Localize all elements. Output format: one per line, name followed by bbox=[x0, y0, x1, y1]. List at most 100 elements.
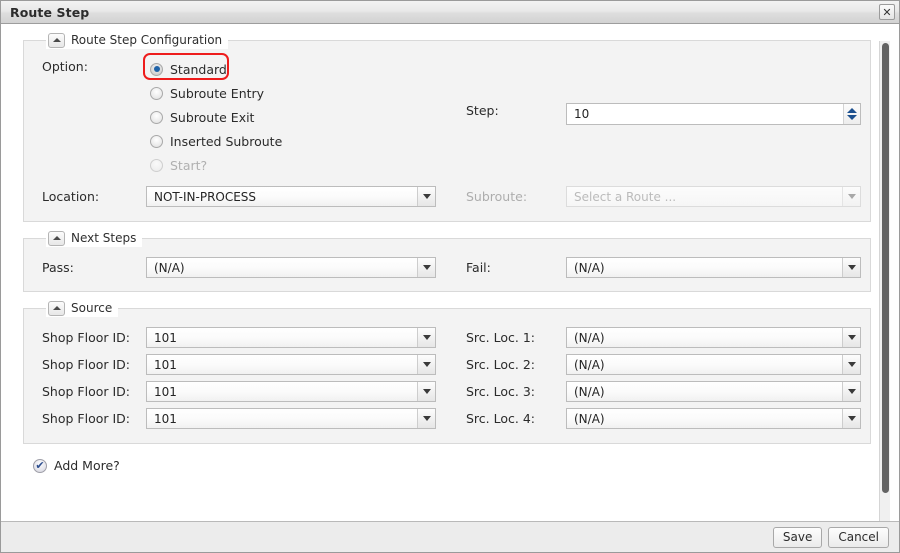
scroll-content: Route Step Configuration Option: Standar… bbox=[11, 31, 891, 521]
chevron-down-icon[interactable] bbox=[417, 382, 435, 401]
chevron-down-icon bbox=[842, 187, 860, 206]
src-loc-value: (N/A) bbox=[574, 384, 605, 399]
group-legend-source: Source bbox=[46, 299, 119, 317]
radio-label-subroute-exit: Subroute Exit bbox=[170, 109, 255, 125]
shop-floor-id-label: Shop Floor ID: bbox=[42, 357, 131, 372]
chevron-down-icon[interactable] bbox=[417, 409, 435, 428]
subroute-select: Select a Route ... bbox=[566, 186, 861, 207]
radio-indicator-start bbox=[150, 158, 163, 172]
close-icon[interactable]: ✕ bbox=[879, 4, 895, 20]
step-stepper[interactable]: 10 bbox=[566, 103, 861, 125]
collapse-triangle-icon[interactable] bbox=[48, 230, 65, 246]
chevron-down-icon[interactable] bbox=[417, 328, 435, 347]
source-row: Shop Floor ID: 101 Src. Loc. 2: (N/A) bbox=[36, 354, 861, 375]
location-value: NOT-IN-PROCESS bbox=[154, 189, 257, 204]
shop-floor-id-select[interactable]: 101 bbox=[146, 327, 436, 348]
src-loc-label: Src. Loc. 1: bbox=[466, 330, 535, 345]
collapse-triangle-icon[interactable] bbox=[48, 300, 65, 316]
scrollbar-thumb[interactable] bbox=[882, 43, 889, 493]
src-loc-select[interactable]: (N/A) bbox=[566, 327, 861, 348]
vertical-scrollbar[interactable] bbox=[879, 41, 890, 521]
source-row: Shop Floor ID: 101 Src. Loc. 1: (N/A) bbox=[36, 327, 861, 348]
shop-floor-id-label: Shop Floor ID: bbox=[42, 330, 131, 345]
src-loc-label: Src. Loc. 2: bbox=[466, 357, 535, 372]
group-legend-label: Source bbox=[71, 301, 113, 315]
radio-option-subroute-entry[interactable]: Subroute Entry bbox=[146, 81, 268, 105]
group-legend-config: Route Step Configuration bbox=[46, 31, 229, 49]
subroute-label: Subroute: bbox=[466, 189, 528, 204]
chevron-down-icon[interactable] bbox=[842, 409, 860, 428]
radio-option-start: Start? bbox=[146, 153, 211, 177]
dialog-title: Route Step bbox=[10, 4, 90, 20]
fail-label: Fail: bbox=[466, 260, 491, 275]
radio-indicator-subroute-exit bbox=[150, 110, 163, 124]
chevron-down-icon[interactable] bbox=[842, 382, 860, 401]
dialog-footer: Save Cancel bbox=[1, 521, 899, 552]
radio-option-subroute-exit[interactable]: Subroute Exit bbox=[146, 105, 258, 129]
source-row: Shop Floor ID: 101 Src. Loc. 3: (N/A) bbox=[36, 381, 861, 402]
source-row: Shop Floor ID: 101 Src. Loc. 4: (N/A) bbox=[36, 408, 861, 429]
step-spinner-buttons[interactable] bbox=[843, 104, 860, 124]
shop-floor-id-label: Shop Floor ID: bbox=[42, 411, 131, 426]
src-loc-label: Src. Loc. 3: bbox=[466, 384, 535, 399]
chevron-down-icon[interactable] bbox=[417, 187, 435, 206]
shop-floor-id-value: 101 bbox=[154, 357, 177, 372]
add-more-checkbox[interactable]: ✔ bbox=[33, 458, 47, 473]
pass-value: (N/A) bbox=[154, 260, 185, 275]
save-button[interactable]: Save bbox=[772, 526, 823, 548]
dialog-titlebar: Route Step ✕ bbox=[1, 1, 899, 24]
radio-indicator-subroute-entry bbox=[150, 86, 163, 100]
cancel-button[interactable]: Cancel bbox=[828, 526, 889, 548]
src-loc-value: (N/A) bbox=[574, 357, 605, 372]
chevron-up-icon[interactable] bbox=[847, 108, 857, 113]
radio-indicator-inserted-subroute bbox=[150, 134, 163, 148]
shop-floor-id-select[interactable]: 101 bbox=[146, 354, 436, 375]
chevron-down-icon[interactable] bbox=[842, 355, 860, 374]
add-more-label: Add More? bbox=[54, 458, 120, 473]
subroute-value: Select a Route ... bbox=[574, 189, 677, 204]
radio-label-inserted-subroute: Inserted Subroute bbox=[170, 133, 283, 149]
pass-label: Pass: bbox=[42, 260, 74, 275]
src-loc-select[interactable]: (N/A) bbox=[566, 354, 861, 375]
radio-label-subroute-entry: Subroute Entry bbox=[170, 85, 265, 101]
fail-select[interactable]: (N/A) bbox=[566, 257, 861, 278]
route-step-dialog: Route Step ✕ Route Step Configuration Op… bbox=[0, 0, 900, 553]
chevron-down-icon[interactable] bbox=[417, 355, 435, 374]
option-label: Option: bbox=[42, 59, 88, 74]
add-more-row[interactable]: ✔ Add More? bbox=[33, 458, 877, 473]
step-label: Step: bbox=[466, 103, 499, 118]
location-select[interactable]: NOT-IN-PROCESS bbox=[146, 186, 436, 207]
option-radio-group: Standard Subroute Entry Subroute Exit In… bbox=[143, 53, 286, 177]
dialog-body: Route Step Configuration Option: Standar… bbox=[1, 24, 899, 521]
radio-indicator-standard bbox=[150, 62, 163, 76]
radio-option-inserted-subroute[interactable]: Inserted Subroute bbox=[146, 129, 286, 153]
fail-value: (N/A) bbox=[574, 260, 605, 275]
group-legend-label: Route Step Configuration bbox=[71, 33, 223, 47]
collapse-triangle-icon[interactable] bbox=[48, 32, 65, 48]
chevron-down-icon[interactable] bbox=[417, 258, 435, 277]
src-loc-select[interactable]: (N/A) bbox=[566, 408, 861, 429]
shop-floor-id-value: 101 bbox=[154, 411, 177, 426]
shop-floor-id-select[interactable]: 101 bbox=[146, 381, 436, 402]
shop-floor-id-label: Shop Floor ID: bbox=[42, 384, 131, 399]
radio-label-standard: Standard bbox=[170, 61, 227, 77]
step-value: 10 bbox=[574, 107, 590, 121]
src-loc-value: (N/A) bbox=[574, 411, 605, 426]
shop-floor-id-select[interactable]: 101 bbox=[146, 408, 436, 429]
group-legend-label: Next Steps bbox=[71, 231, 137, 245]
group-legend-next-steps: Next Steps bbox=[46, 229, 143, 247]
radio-label-start: Start? bbox=[170, 157, 208, 173]
chevron-down-icon[interactable] bbox=[847, 115, 857, 120]
src-loc-select[interactable]: (N/A) bbox=[566, 381, 861, 402]
shop-floor-id-value: 101 bbox=[154, 330, 177, 345]
chevron-down-icon[interactable] bbox=[842, 258, 860, 277]
chevron-down-icon[interactable] bbox=[842, 328, 860, 347]
radio-option-standard[interactable]: Standard bbox=[146, 57, 231, 81]
location-label: Location: bbox=[42, 189, 100, 204]
pass-select[interactable]: (N/A) bbox=[146, 257, 436, 278]
shop-floor-id-value: 101 bbox=[154, 384, 177, 399]
src-loc-label: Src. Loc. 4: bbox=[466, 411, 535, 426]
src-loc-value: (N/A) bbox=[574, 330, 605, 345]
group-next-steps: Next Steps Pass: (N/A) Fail: (N/A) bbox=[23, 229, 871, 292]
group-route-step-configuration: Route Step Configuration Option: Standar… bbox=[23, 31, 871, 222]
